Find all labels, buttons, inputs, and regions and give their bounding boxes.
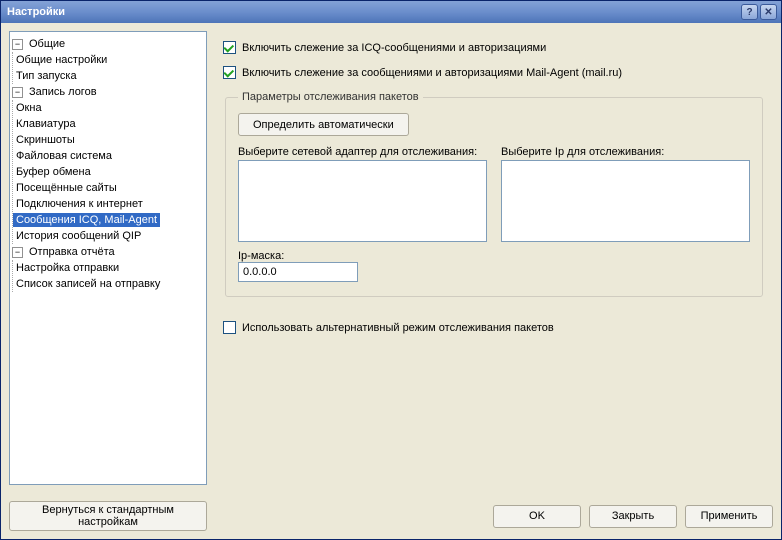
collapse-icon[interactable]: − bbox=[12, 39, 23, 50]
collapse-icon[interactable]: − bbox=[12, 87, 23, 98]
tree-node-general[interactable]: Общие bbox=[26, 37, 68, 51]
close-button[interactable]: Закрыть bbox=[589, 505, 677, 528]
tree-node-windows[interactable]: Окна bbox=[13, 101, 45, 115]
mailagent-tracking-row: Включить слежение за сообщениями и автор… bbox=[223, 66, 765, 79]
tree-node-qip-history[interactable]: История сообщений QIP bbox=[13, 229, 144, 243]
bottom-bar: Вернуться к стандартным настройкам OK За… bbox=[1, 493, 781, 539]
tree-node-icq-mailagent[interactable]: Сообщения ICQ, Mail-Agent bbox=[13, 213, 160, 227]
nav-tree[interactable]: − Общие Общие настройки Тип запуска − За… bbox=[9, 31, 207, 485]
tree-node-internet-conn[interactable]: Подключения к интернет bbox=[13, 197, 146, 211]
ipmask-input[interactable] bbox=[238, 262, 358, 282]
ip-label: Выберите Ip для отслеживания: bbox=[501, 146, 750, 158]
tree-node-startup-type[interactable]: Тип запуска bbox=[13, 69, 80, 83]
icq-tracking-checkbox[interactable] bbox=[223, 41, 236, 54]
icq-tracking-row: Включить слежение за ICQ-сообщениями и а… bbox=[223, 41, 765, 54]
mailagent-tracking-checkbox[interactable] bbox=[223, 66, 236, 79]
auto-detect-button[interactable]: Определить автоматически bbox=[238, 113, 409, 136]
packet-params-group: Параметры отслеживания пакетов Определит… bbox=[225, 91, 763, 297]
tree-node-clipboard[interactable]: Буфер обмена bbox=[13, 165, 94, 179]
content-area: − Общие Общие настройки Тип запуска − За… bbox=[1, 23, 781, 493]
ipmask-label: Ip-маска: bbox=[238, 250, 750, 262]
tree-node-logs[interactable]: Запись логов bbox=[26, 85, 100, 99]
apply-button[interactable]: Применить bbox=[685, 505, 773, 528]
tree-node-send-settings[interactable]: Настройка отправки bbox=[13, 261, 122, 275]
titlebar: Настройки ? ✕ bbox=[1, 1, 781, 23]
window-title: Настройки bbox=[5, 6, 741, 18]
alt-mode-label[interactable]: Использовать альтернативный режим отслеж… bbox=[242, 322, 554, 334]
packet-params-legend: Параметры отслеживания пакетов bbox=[238, 91, 423, 103]
adapter-listbox[interactable] bbox=[238, 160, 487, 242]
tree-node-general-settings[interactable]: Общие настройки bbox=[13, 53, 110, 67]
settings-window: Настройки ? ✕ − Общие Общие настройки Ти… bbox=[0, 0, 782, 540]
adapter-label: Выберите сетевой адаптер для отслеживани… bbox=[238, 146, 487, 158]
tree-node-keyboard[interactable]: Клавиатура bbox=[13, 117, 79, 131]
titlebar-buttons: ? ✕ bbox=[741, 4, 777, 20]
icq-tracking-label[interactable]: Включить слежение за ICQ-сообщениями и а… bbox=[242, 42, 546, 54]
ip-listbox[interactable] bbox=[501, 160, 750, 242]
tree-node-screenshots[interactable]: Скриншоты bbox=[13, 133, 78, 147]
collapse-icon[interactable]: − bbox=[12, 247, 23, 258]
tree-node-filesystem[interactable]: Файловая система bbox=[13, 149, 115, 163]
close-window-button[interactable]: ✕ bbox=[760, 4, 777, 20]
main-panel: Включить слежение за ICQ-сообщениями и а… bbox=[215, 31, 773, 485]
tree-node-report[interactable]: Отправка отчёта bbox=[26, 245, 118, 259]
mailagent-tracking-label[interactable]: Включить слежение за сообщениями и автор… bbox=[242, 67, 622, 79]
tree-node-send-list[interactable]: Список записей на отправку bbox=[13, 277, 163, 291]
reset-defaults-button[interactable]: Вернуться к стандартным настройкам bbox=[9, 501, 207, 531]
tree-node-visited-sites[interactable]: Посещённые сайты bbox=[13, 181, 120, 195]
alt-mode-checkbox[interactable] bbox=[223, 321, 236, 334]
ok-button[interactable]: OK bbox=[493, 505, 581, 528]
help-button[interactable]: ? bbox=[741, 4, 758, 20]
alt-mode-row: Использовать альтернативный режим отслеж… bbox=[223, 321, 765, 334]
